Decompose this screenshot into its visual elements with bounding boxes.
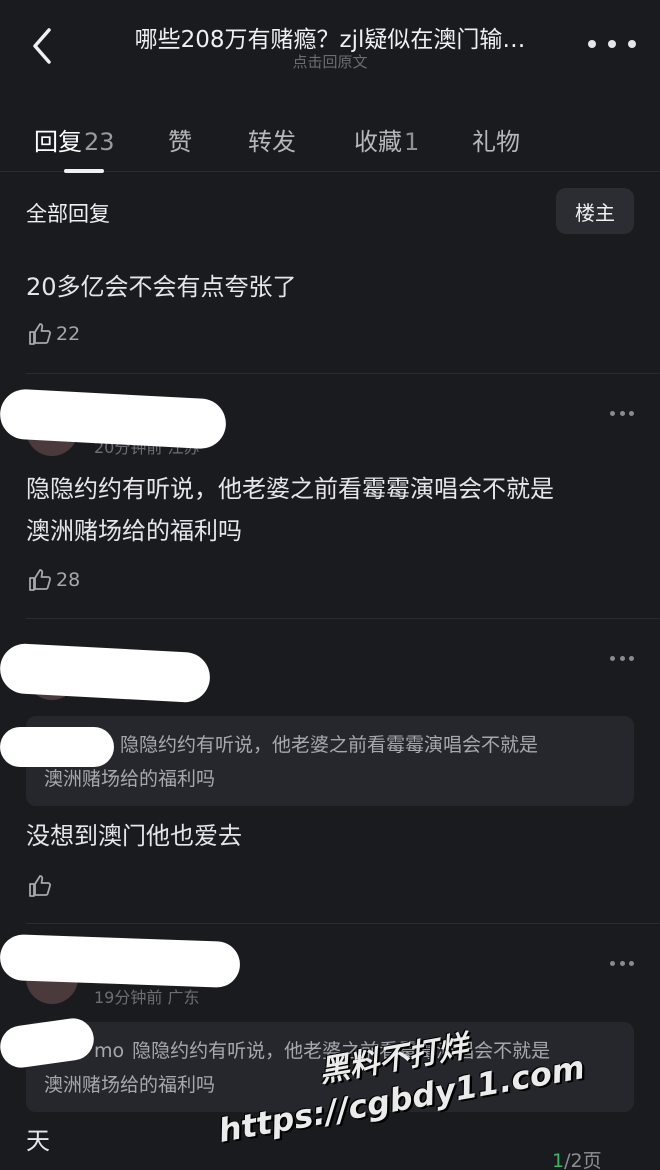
- comment-text: 天: [26, 1127, 50, 1155]
- comment-text: 20多亿会不会有点夸张了: [26, 273, 297, 301]
- comment-options-icon[interactable]: [610, 409, 634, 417]
- redaction-mark: [0, 642, 212, 704]
- tab-favorites-label: 收藏: [354, 128, 402, 156]
- quote-line: 隐隐约约有听说，他老婆之前看霉霉演唱会不就是: [120, 734, 539, 756]
- tab-reposts-label: 转发: [248, 128, 296, 156]
- back-to-post-link[interactable]: 点击回原文: [100, 51, 560, 72]
- tab-gifts[interactable]: 礼物: [472, 122, 520, 157]
- tab-likes-label: 赞: [168, 128, 192, 156]
- divider: [26, 618, 660, 619]
- comment-text: 隐隐约约有听说，他老婆之前看霉霉演唱会不就是 澳洲赌场给的福利吗: [26, 468, 554, 552]
- quoted-reply[interactable]: 隐隐约约有听说，他老婆之前看霉霉演唱会不就是 澳洲赌场给的福利吗: [26, 716, 634, 806]
- tab-replies-label: 回复: [34, 128, 82, 156]
- tab-favorites-count: 1: [404, 128, 420, 156]
- comment-meta: 19分钟前 广东: [94, 988, 200, 1007]
- comment-options-icon[interactable]: [610, 959, 634, 967]
- op-only-button[interactable]: 楼主: [556, 188, 634, 234]
- tab-gifts-label: 礼物: [472, 128, 520, 156]
- tab-favorites[interactable]: 收藏1: [354, 122, 419, 157]
- top-bar: 哪些208万有赌瘾？zjl疑似在澳门输… 点击回原文: [0, 0, 660, 90]
- thumbs-up-icon: [29, 323, 51, 345]
- divider: [26, 373, 660, 374]
- page-total: /2页: [564, 1150, 602, 1170]
- like-count: 28: [56, 569, 81, 591]
- divider: [26, 923, 660, 924]
- tab-replies[interactable]: 回复23: [34, 122, 115, 157]
- all-replies-label: 全部回复: [26, 202, 110, 226]
- like-button[interactable]: [28, 872, 56, 900]
- back-arrow-icon[interactable]: [22, 24, 62, 68]
- thumbs-up-icon: [29, 875, 51, 897]
- page-current: 1: [552, 1150, 565, 1170]
- quote-line: 澳洲赌场给的福利吗: [44, 768, 216, 790]
- thumbs-up-icon: [29, 569, 51, 591]
- comment-text-line: 澳洲赌场给的福利吗: [26, 517, 242, 545]
- comment-options-icon[interactable]: [610, 654, 634, 662]
- tab-reposts[interactable]: 转发: [248, 122, 296, 157]
- like-count: 22: [56, 323, 81, 345]
- tab-bar: 回复23 赞 转发 收藏1 礼物: [0, 110, 660, 173]
- tab-replies-count: 23: [84, 128, 115, 156]
- page-title[interactable]: 哪些208万有赌瘾？zjl疑似在澳门输…: [100, 20, 560, 54]
- more-options-icon[interactable]: [588, 32, 636, 56]
- comment-text: 没想到澳门他也爱去: [26, 822, 242, 850]
- like-button[interactable]: 22: [28, 320, 80, 348]
- tab-likes[interactable]: 赞: [168, 122, 192, 157]
- active-tab-indicator: [64, 169, 104, 173]
- page-indicator: 1/2页: [552, 1146, 602, 1170]
- like-button[interactable]: 28: [28, 566, 80, 594]
- quote-author: mo: [94, 1040, 125, 1062]
- comment-text-line: 隐隐约约有听说，他老婆之前看霉霉演唱会不就是: [26, 475, 554, 503]
- redaction-mark: [0, 727, 114, 767]
- redaction-mark: [0, 933, 241, 989]
